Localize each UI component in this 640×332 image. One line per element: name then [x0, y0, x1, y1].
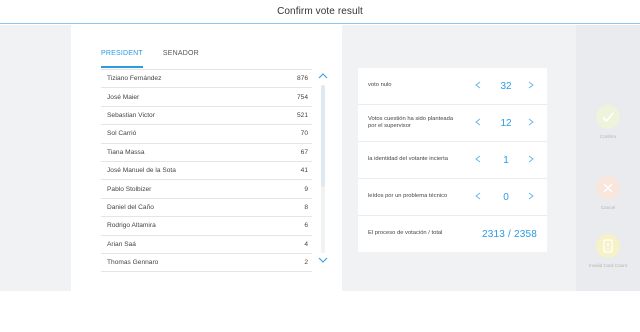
- counter-label: voto nulo: [368, 82, 392, 89]
- cancel-button[interactable]: Cancel: [576, 176, 640, 211]
- counter-row: Votos cuestión ha sido planteada por el …: [358, 105, 547, 142]
- tab-president[interactable]: PRESIDENT: [101, 50, 143, 68]
- cancel-label: Cancel: [600, 205, 616, 210]
- candidate-name: Tiana Massa: [107, 148, 145, 156]
- candidate-row[interactable]: Pablo Stolbizer 9: [101, 180, 312, 199]
- counters-panel: voto nulo 32 Votos cuestión ha sido plan…: [358, 68, 547, 252]
- candidate-list: Tiziano Fernández 876 José Maier 754 Sebas…: [101, 69, 312, 273]
- decrement-icon[interactable]: [475, 81, 481, 91]
- candidate-row[interactable]: Tiana Massa 67: [101, 144, 312, 162]
- increment-icon[interactable]: [528, 81, 534, 91]
- footer-area: [0, 291, 640, 332]
- candidate-row[interactable]: José Manuel de la Sota 41: [101, 162, 312, 181]
- candidate-votes: 9: [304, 185, 308, 193]
- counter-value: 0: [503, 191, 509, 203]
- candidate-votes: 4: [304, 240, 308, 248]
- candidate-name: Sebastian Victor: [107, 111, 155, 119]
- candidate-votes: 70: [300, 130, 308, 138]
- action-column: Confirm Cancel Invalid Card Count: [576, 25, 640, 291]
- total-row: El proceso de votación / total 2313 / 23…: [358, 216, 547, 252]
- candidate-row[interactable]: Thomas Gennaro 2: [101, 254, 312, 273]
- candidate-votes: 2: [304, 259, 308, 267]
- counter-row: leídos por un problema técnico 0: [358, 179, 547, 216]
- invalid-card-count-label: Invalid Card Count: [588, 263, 628, 268]
- page-title: Confirm vote result: [277, 6, 363, 17]
- list-scrollbar[interactable]: [316, 69, 330, 269]
- candidate-name: Rodrigo Altamira: [107, 222, 156, 230]
- cancel-icon-circle: [596, 176, 620, 200]
- candidate-votes: 876: [296, 75, 308, 83]
- candidate-name: José Maier: [107, 93, 140, 101]
- increment-icon[interactable]: [528, 192, 534, 202]
- candidate-row[interactable]: Sol Carrió 70: [101, 125, 312, 144]
- counter-value: 1: [503, 154, 509, 166]
- scroll-down-icon[interactable]: [318, 257, 328, 265]
- invalid-card-count-button[interactable]: Invalid Card Count: [576, 234, 640, 269]
- candidate-name: Tiziano Fernández: [107, 75, 162, 83]
- decrement-icon[interactable]: [475, 192, 481, 202]
- candidate-name: Thomas Gennaro: [107, 259, 159, 267]
- candidate-votes: 67: [300, 148, 308, 156]
- counter-value: 12: [500, 117, 512, 129]
- candidate-votes: 6: [304, 222, 308, 230]
- candidate-votes: 754: [296, 93, 308, 101]
- ballot-tabs: PRESIDENT SENADOR: [101, 50, 219, 68]
- candidate-votes: 521: [296, 111, 308, 119]
- candidate-row[interactable]: Tiziano Fernández 876: [101, 70, 312, 89]
- invalid-icon-circle: [596, 234, 620, 258]
- total-value: 2313 / 2358: [481, 228, 537, 240]
- candidate-row[interactable]: Sebastian Victor 521: [101, 107, 312, 126]
- counter-label: leídos por un problema técnico: [368, 193, 448, 200]
- confirm-button[interactable]: Confirm: [576, 105, 640, 140]
- candidate-row[interactable]: Daniel del Caño 8: [101, 199, 312, 218]
- decrement-icon[interactable]: [475, 155, 481, 165]
- candidates-panel: PRESIDENT SENADOR Tiziano Fernández 876 J…: [71, 25, 342, 291]
- candidate-name: Pablo Stolbizer: [107, 185, 152, 193]
- candidate-row[interactable]: José Maier 754: [101, 88, 312, 107]
- candidate-votes: 41: [300, 167, 308, 175]
- confirm-icon-circle: [596, 105, 620, 129]
- scroll-thumb[interactable]: [321, 85, 325, 187]
- candidate-name: José Manuel de la Sota: [107, 167, 176, 175]
- increment-icon[interactable]: [528, 118, 534, 128]
- counter-label: Votos cuestión ha sido planteada por el …: [368, 115, 454, 130]
- candidate-name: Sol Carrió: [107, 130, 137, 138]
- increment-icon[interactable]: [528, 155, 534, 165]
- title-bar: Confirm vote result: [0, 0, 640, 24]
- tab-senador[interactable]: SENADOR: [163, 50, 199, 68]
- total-label: El proceso de votación / total: [368, 230, 443, 237]
- counter-row: la identidad del votante incierta 1: [358, 142, 547, 179]
- check-icon: [602, 112, 614, 123]
- card-warning-icon: [603, 239, 613, 253]
- candidate-name: Daniel del Caño: [107, 203, 154, 211]
- counter-value: 32: [500, 80, 512, 92]
- candidate-votes: 8: [304, 203, 308, 211]
- candidate-name: Arian Saá: [107, 240, 136, 248]
- decrement-icon[interactable]: [475, 118, 481, 128]
- candidate-row[interactable]: Rodrigo Altamira 6: [101, 217, 312, 236]
- counter-row: voto nulo 32: [358, 68, 547, 105]
- confirm-label: Confirm: [599, 134, 617, 139]
- scroll-up-icon[interactable]: [318, 72, 328, 80]
- candidate-row[interactable]: Arian Saá 4: [101, 236, 312, 254]
- close-icon: [603, 183, 613, 193]
- counter-label: la identidad del votante incierta: [368, 156, 448, 163]
